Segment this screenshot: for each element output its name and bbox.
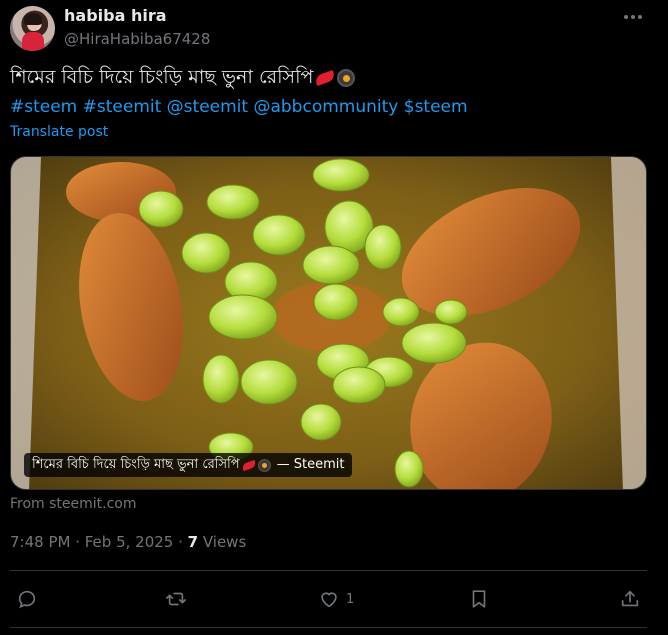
reply-button[interactable] [16,584,44,614]
post-meta: 7:48 PM · Feb 5, 2025 · 7 Views [10,533,246,551]
reply-icon [18,590,36,609]
like-icon [321,592,337,608]
pan-emoji [337,68,356,87]
bookmark-icon [472,590,486,608]
post-text-body: শিমের বিচি দিয়ে চিংড়ি মাছ ভুনা রেসিপি [10,66,314,88]
divider-top [10,570,647,571]
share-button[interactable] [619,584,641,614]
divider-bottom [10,627,647,628]
like-count: 1 [346,591,355,607]
author-name[interactable]: habiba hira [64,6,167,25]
tweet: habiba hira @HiraHabiba67428 শিমের বিচি … [0,0,668,635]
avatar[interactable] [10,6,55,51]
translate-post-link[interactable]: Translate post [10,124,108,140]
post-media-image[interactable] [10,156,647,490]
source-link[interactable]: From steemit.com [10,496,137,512]
chili-emoji [314,69,337,86]
food-photo [11,157,646,489]
post-text: শিমের বিচি দিয়ে চিংড়ি মাছ ভুনা রেসিপি [10,62,356,92]
bookmark-button[interactable] [468,584,490,614]
caption-pan-emoji [257,458,271,472]
post-hashtags[interactable]: #steem #steemit @steemit @abbcommunity $… [10,95,468,119]
media-caption[interactable]: শিমের বিচি দিয়ে চিংড়ি মাছ ভুনা রেসিপি —… [24,453,353,477]
repost-icon [166,592,186,606]
share-icon [621,590,639,607]
caption-chili-emoji [240,459,257,471]
action-bar: 1 [10,584,647,614]
author-handle[interactable]: @HiraHabiba67428 [64,30,210,48]
post-timestamp[interactable]: 7:48 PM · Feb 5, 2025 · [10,533,188,551]
repost-button[interactable] [165,584,193,614]
like-button[interactable]: 1 [318,584,354,614]
media-source: — Steemit [276,457,345,472]
views-count: 7 [187,533,199,551]
media-caption-text: শিমের বিচি দিয়ে চিংড়ি মাছ ভুনা রেসিপি [32,457,240,472]
more-icon[interactable] [624,12,644,22]
views-label: Views [198,533,247,551]
